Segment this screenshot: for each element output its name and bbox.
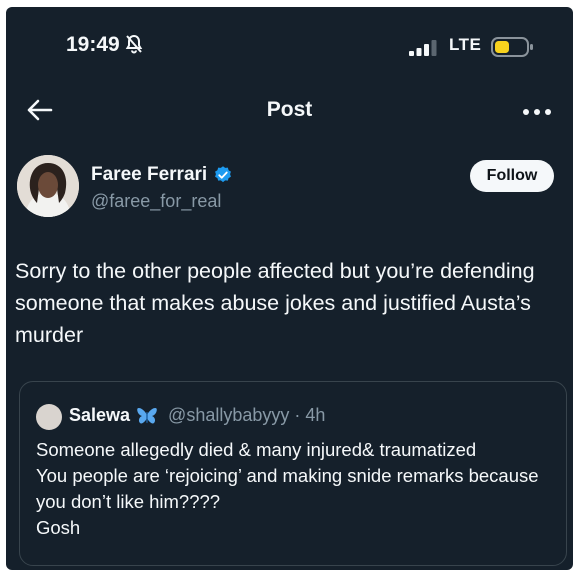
butterfly-icon xyxy=(136,406,158,426)
status-time: 19:49 xyxy=(66,33,120,56)
signal-icon xyxy=(409,40,439,61)
author-name[interactable]: Faree Ferrari xyxy=(91,164,207,186)
follow-button[interactable]: Follow xyxy=(470,160,554,192)
quoted-text: Someone allegedly died & many injured& t… xyxy=(36,439,539,538)
author-avatar[interactable] xyxy=(17,155,79,217)
author-name-row[interactable]: Faree Ferrari xyxy=(91,164,233,186)
quoted-meta: @shallybabyyy · 4h xyxy=(168,405,326,425)
quoted-avatar xyxy=(36,404,62,430)
quoted-header: Salewa @shallybabyyy · 4h xyxy=(69,405,325,426)
more-horizontal-icon xyxy=(520,109,554,126)
status-bar: 19:49 LTE xyxy=(6,7,573,83)
quoted-author-name: Salewa xyxy=(69,405,131,425)
quoted-post[interactable]: Salewa @shallybabyyy · 4h Someone allege… xyxy=(19,381,567,566)
bell-muted-icon xyxy=(125,34,143,59)
post-screen: 19:49 LTE Post Faree Ferrari @faree_for_… xyxy=(6,7,573,570)
network-label: LTE xyxy=(449,35,482,54)
page-title: Post xyxy=(266,98,313,121)
author-handle[interactable]: @faree_for_real xyxy=(91,191,221,212)
post-text: Sorry to the other people affected but y… xyxy=(15,259,535,347)
battery-icon xyxy=(491,36,535,63)
more-button[interactable] xyxy=(520,102,554,122)
verified-badge-icon xyxy=(213,165,233,185)
